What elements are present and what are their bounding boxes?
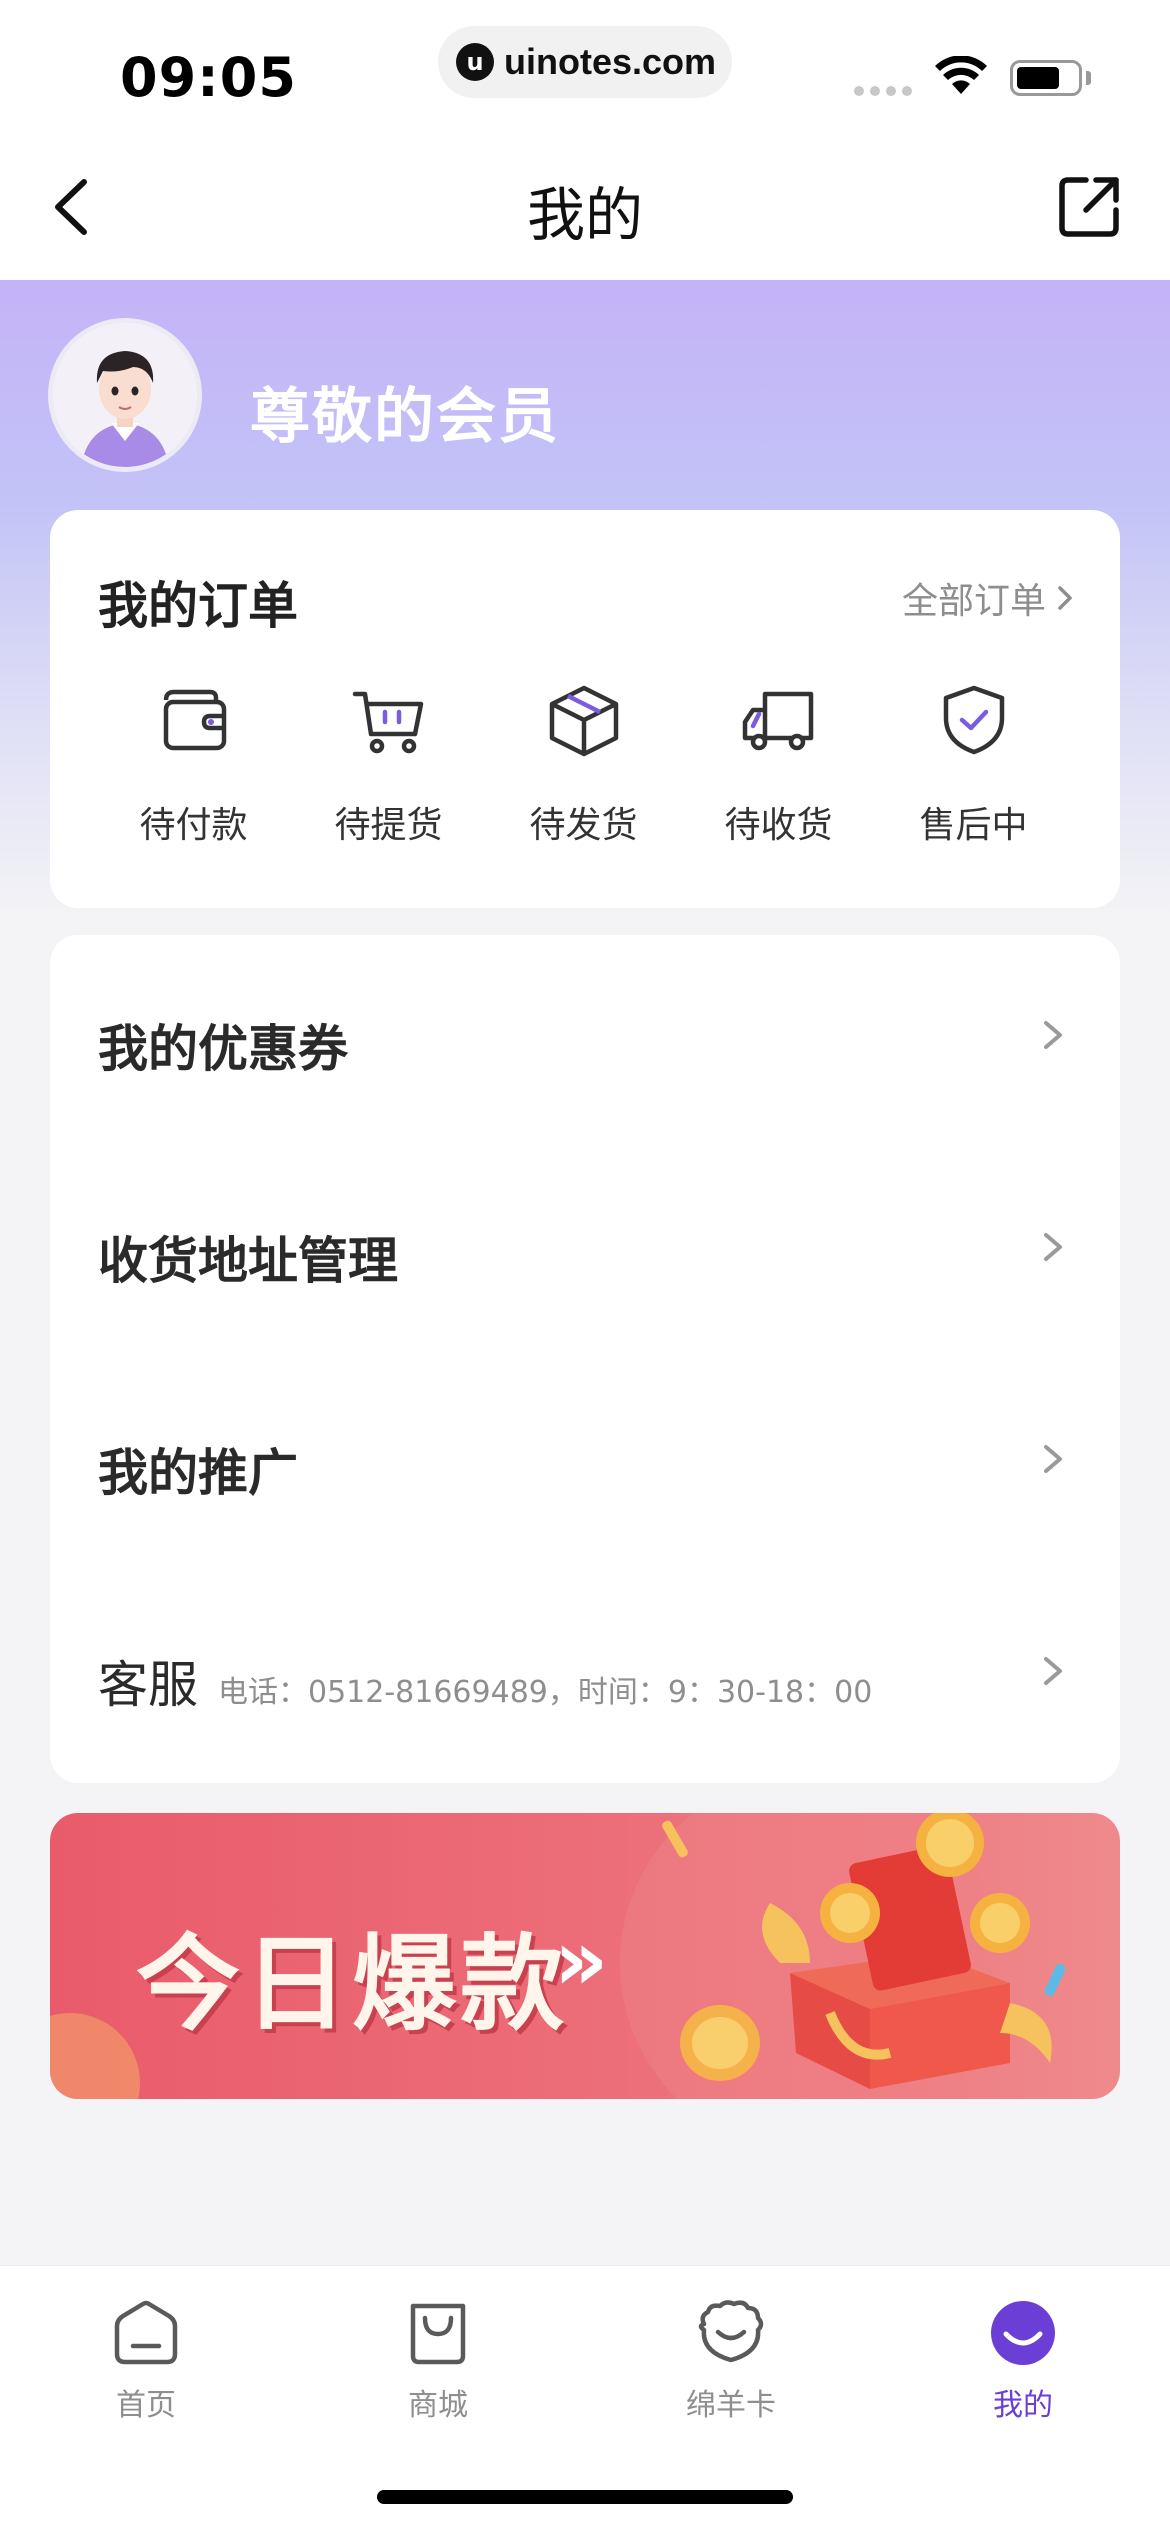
banner-title: 今日爆款 [136,1923,569,2045]
wifi-icon [935,56,987,94]
chevron-right-icon [1058,586,1072,610]
order-status-pending-shipment[interactable]: 待发货 [486,680,681,848]
home-indicator [377,2490,793,2504]
menu-card: 我的优惠券 收货地址管理 我的推广 客服 电话：0512-81669489，时间… [50,935,1120,1783]
shield-check-icon [943,685,1004,755]
orders-card: 我的订单 全部订单 待付款 待提货 待发货 待收货 售后中 [50,510,1120,908]
box-icon [549,685,618,757]
tab-label: 我的 [993,2388,1053,2423]
member-name: 尊敬的会员 [250,382,560,452]
wallet-icon [163,689,226,751]
menu-item-address[interactable]: 收货地址管理 [50,1147,1120,1359]
home-icon [114,2300,178,2365]
tab-label: 绵羊卡 [686,2388,776,2423]
site-logo-icon: u [456,43,494,81]
orders-title: 我的订单 [98,577,298,635]
status-bar: 09:05 u uinotes.com [0,0,1170,150]
cart-icon [352,691,423,754]
all-orders-link[interactable]: 全部订单 [902,572,1076,624]
order-status-label: 售后中 [919,805,1028,846]
double-chevron-right-icon: » [554,1911,609,2009]
menu-item-promotion[interactable]: 我的推广 [50,1359,1120,1571]
tab-label: 首页 [116,2388,176,2423]
tab-label: 商城 [408,2388,468,2423]
menu-item-customer-service[interactable]: 客服 电话：0512-81669489，时间：9：30-18：00 [50,1571,1120,1783]
status-time: 09:05 [120,46,297,109]
menu-item-label: 收货地址管理 [98,1232,398,1290]
chevron-right-icon [1044,1021,1062,1049]
customer-service-label: 客服 [98,1656,198,1714]
page-title: 我的 [526,181,643,249]
order-status-pending-receipt[interactable]: 待收货 [681,680,876,848]
chevron-right-icon [1044,1233,1062,1261]
menu-item-label: 我的推广 [98,1444,298,1502]
customer-service-detail: 电话：0512-81669489，时间：9：30-18：00 [218,1675,873,1710]
battery-tip [1086,71,1091,85]
tab-mine[interactable]: 我的 [943,2296,1103,2424]
url-text: uinotes.com [504,41,717,82]
order-status-label: 待发货 [529,805,638,846]
cellular-signal-icon [854,86,912,96]
menu-item-label: 我的优惠券 [98,1020,348,1078]
order-status-label: 待付款 [139,805,248,846]
tab-home[interactable]: 首页 [66,2296,226,2424]
order-status-pending-payment[interactable]: 待付款 [96,680,291,848]
avatar[interactable] [48,318,202,472]
shopping-bag-icon [410,2303,466,2365]
tab-sheep-card[interactable]: 绵羊卡 [651,2296,811,2424]
truck-icon [742,691,813,751]
order-status-label: 待提货 [334,805,443,846]
order-status-pending-pickup[interactable]: 待提货 [291,680,486,848]
profile-smile-icon [991,2301,1055,2365]
hot-deals-banner[interactable]: 今日爆款 » [50,1813,1120,2099]
share-external-icon[interactable] [1054,172,1124,242]
menu-item-coupons[interactable]: 我的优惠券 [50,935,1120,1147]
battery-icon [1010,60,1082,96]
tab-mall[interactable]: 商城 [358,2296,518,2424]
avatar-illustration-icon [53,323,197,467]
all-orders-label: 全部订单 [901,581,1046,622]
chevron-right-icon [1044,1657,1062,1685]
order-status-label: 待收货 [724,805,833,846]
order-status-after-sales[interactable]: 售后中 [876,680,1071,848]
chevron-right-icon [1044,1445,1062,1473]
nav-bar: 我的 [0,150,1170,280]
sheep-card-icon [698,2300,764,2363]
url-pill[interactable]: u uinotes.com [438,26,732,98]
